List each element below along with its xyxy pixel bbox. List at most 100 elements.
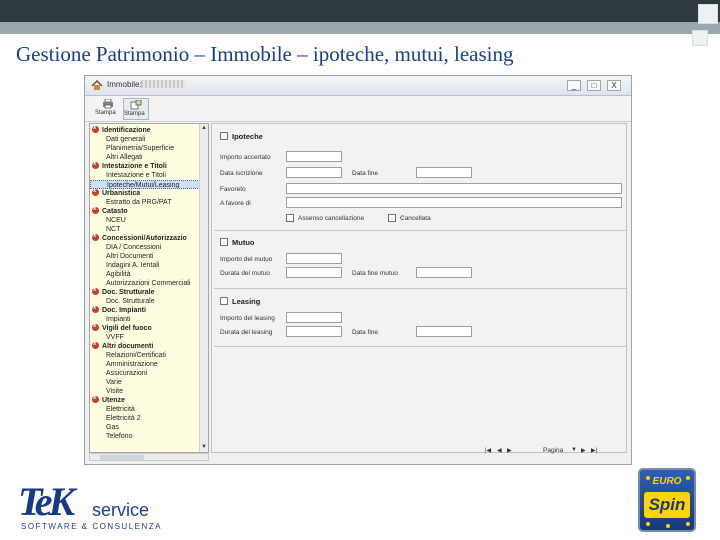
tree-item-label: Doc. Strutturale <box>102 289 155 296</box>
leasing-importo-input[interactable] <box>286 312 342 323</box>
maximize-button[interactable]: □ <box>587 80 601 91</box>
ipoteche-data-iscrizione-input[interactable] <box>286 167 342 178</box>
tree-group-item[interactable]: Utenze <box>90 396 200 405</box>
tek-service-logo: TeK service SOFTWARE & CONSULENZA <box>18 478 178 534</box>
tree-child-item[interactable]: Agibilità <box>90 270 200 279</box>
tree-child-item[interactable]: Elettricità 2 <box>90 414 200 423</box>
page-last-icon[interactable]: ▶| <box>591 447 597 454</box>
leasing-durata-input[interactable] <box>286 326 342 337</box>
tree-child-item[interactable]: Autorizzazioni Commerciali <box>90 279 200 288</box>
window-titlebar[interactable]: Immobile: _ □ X <box>85 76 631 96</box>
tree-group-item[interactable]: Intestazione e Titoli <box>90 162 200 171</box>
ipoteche-favoreto-input[interactable] <box>286 183 622 194</box>
ipoteche-data-fine-input[interactable] <box>416 167 472 178</box>
collapse-icon[interactable] <box>92 342 99 349</box>
scroll-up-icon[interactable]: ▲ <box>200 124 208 133</box>
tree-item-label: NCT <box>106 226 121 233</box>
collapse-icon[interactable] <box>92 234 99 241</box>
collapse-icon[interactable] <box>92 288 99 295</box>
collapse-icon[interactable] <box>92 162 99 169</box>
tree-child-item[interactable]: Doc. Strutturale <box>90 297 200 306</box>
collapse-icon[interactable] <box>92 207 99 214</box>
tree-child-item[interactable]: Estratto da PRG/PAT <box>90 198 200 207</box>
tree-child-item[interactable]: Amministrazione <box>90 360 200 369</box>
cancellata-checkbox[interactable] <box>388 214 396 222</box>
tree-child-item[interactable]: NCT <box>90 225 200 234</box>
ipoteche-checkbox[interactable] <box>220 132 228 140</box>
header-bar-light <box>0 22 720 34</box>
scrollbar-thumb[interactable] <box>100 455 144 460</box>
tree-group-item[interactable]: Identificazione <box>90 126 200 135</box>
tree-group-item[interactable]: Catasto <box>90 207 200 216</box>
tree-item-label: Doc. Strutturale <box>106 298 155 305</box>
close-button[interactable]: X <box>607 80 621 91</box>
collapse-icon[interactable] <box>92 306 99 313</box>
pagina-label: Pagina <box>543 447 564 454</box>
tree-child-item[interactable]: Altri Allegati <box>90 153 200 162</box>
page-next-icon[interactable]: ▶ <box>581 447 586 454</box>
scroll-down-icon[interactable]: ▼ <box>200 443 208 452</box>
tree-child-item[interactable]: NCEU <box>90 216 200 225</box>
collapse-icon[interactable] <box>92 396 99 403</box>
tree-child-item[interactable]: Impianti <box>90 315 200 324</box>
tree-child-item[interactable]: Assicurazioni <box>90 369 200 378</box>
ipoteche-importo-input[interactable] <box>286 151 342 162</box>
tree-group-item[interactable]: Doc. Strutturale <box>90 288 200 297</box>
navigation-tree[interactable]: Telefono Gas Elettricità 2 Elettricità Utenz… <box>89 123 209 453</box>
nav-first-icon[interactable]: |◀ <box>485 447 491 454</box>
tree-child-item[interactable]: Intestazione e Titoli <box>90 171 200 180</box>
tree-group-item[interactable]: Altri documenti <box>90 342 200 351</box>
leasing-checkbox[interactable] <box>220 297 228 305</box>
mutuo-data-fine-input[interactable] <box>416 267 472 278</box>
nav-prev-icon[interactable]: ◀ <box>497 447 502 454</box>
tree-child-item[interactable]: DIA / Concessioni <box>90 243 200 252</box>
nav-next-icon[interactable]: ▶ <box>507 447 512 454</box>
print-button[interactable]: Stampa <box>95 98 121 120</box>
leasing-data-fine-label: Data fine <box>352 329 379 336</box>
tree-child-item[interactable]: Ipoteche/Mutui/Leasing <box>90 180 200 189</box>
tree-item-label: Gas <box>106 424 119 431</box>
leasing-data-fine-input[interactable] <box>416 326 472 337</box>
tree-child-item[interactable]: Dati generali <box>90 135 200 144</box>
tree-group-item[interactable]: Vigili del fuoco <box>90 324 200 333</box>
tree-child-item[interactable]: Gas <box>90 423 200 432</box>
tree-child-item[interactable]: Varie <box>90 378 200 387</box>
tree-item-label: Catasto <box>102 208 128 215</box>
tree-item-label: VVFF <box>106 334 124 341</box>
mutuo-data-fine-label: Data fine mutuo <box>352 270 398 277</box>
star-icon <box>646 522 650 526</box>
assenso-cancellazione-checkbox[interactable] <box>286 214 294 222</box>
tree-group-item[interactable]: Concessioni/Autorizzazio <box>90 234 200 243</box>
tree-item-label: Intestazione e Titoli <box>106 172 166 179</box>
tree-child-item[interactable]: Telefono <box>90 432 200 441</box>
page-down-icon[interactable]: ▼ <box>571 447 577 453</box>
tree-child-item[interactable]: Elettricità <box>90 405 200 414</box>
tree-child-item[interactable]: Relazioni/Certificati <box>90 351 200 360</box>
tek-logo-name: TeK <box>18 479 75 524</box>
corner-decoration <box>692 0 720 60</box>
tree-child-item[interactable]: Planimetria/Superficie <box>90 144 200 153</box>
print-preview-icon <box>130 100 142 110</box>
tree-item-label: Doc. Impianti <box>102 307 146 314</box>
section-divider <box>214 230 626 231</box>
tree-item-label: Planimetria/Superficie <box>106 145 175 152</box>
tree-item-label: Varie <box>106 379 122 386</box>
mutuo-durata-input[interactable] <box>286 267 342 278</box>
print-preview-button[interactable]: Stampa <box>123 98 149 120</box>
mutuo-checkbox[interactable] <box>220 238 228 246</box>
tree-child-item[interactable]: VVFF <box>90 333 200 342</box>
tek-logo-tagline: SOFTWARE & CONSULENZA <box>21 522 162 531</box>
tree-child-item[interactable]: Indagini A. Ientali <box>90 261 200 270</box>
mutuo-importo-input[interactable] <box>286 253 342 264</box>
tree-horizontal-scrollbar[interactable] <box>89 453 209 461</box>
ipoteche-favore-di-input[interactable] <box>286 197 622 208</box>
minimize-button[interactable]: _ <box>567 80 581 91</box>
tree-child-item[interactable]: Altri Documenti <box>90 252 200 261</box>
collapse-icon[interactable] <box>92 324 99 331</box>
collapse-icon[interactable] <box>92 189 99 196</box>
collapse-icon[interactable] <box>92 126 99 133</box>
tree-group-item[interactable]: Doc. Impianti <box>90 306 200 315</box>
tree-vertical-scrollbar[interactable]: ▲ ▼ <box>199 124 208 452</box>
tree-child-item[interactable]: Visite <box>90 387 200 396</box>
tree-group-item[interactable]: Urbanistica <box>90 189 200 198</box>
